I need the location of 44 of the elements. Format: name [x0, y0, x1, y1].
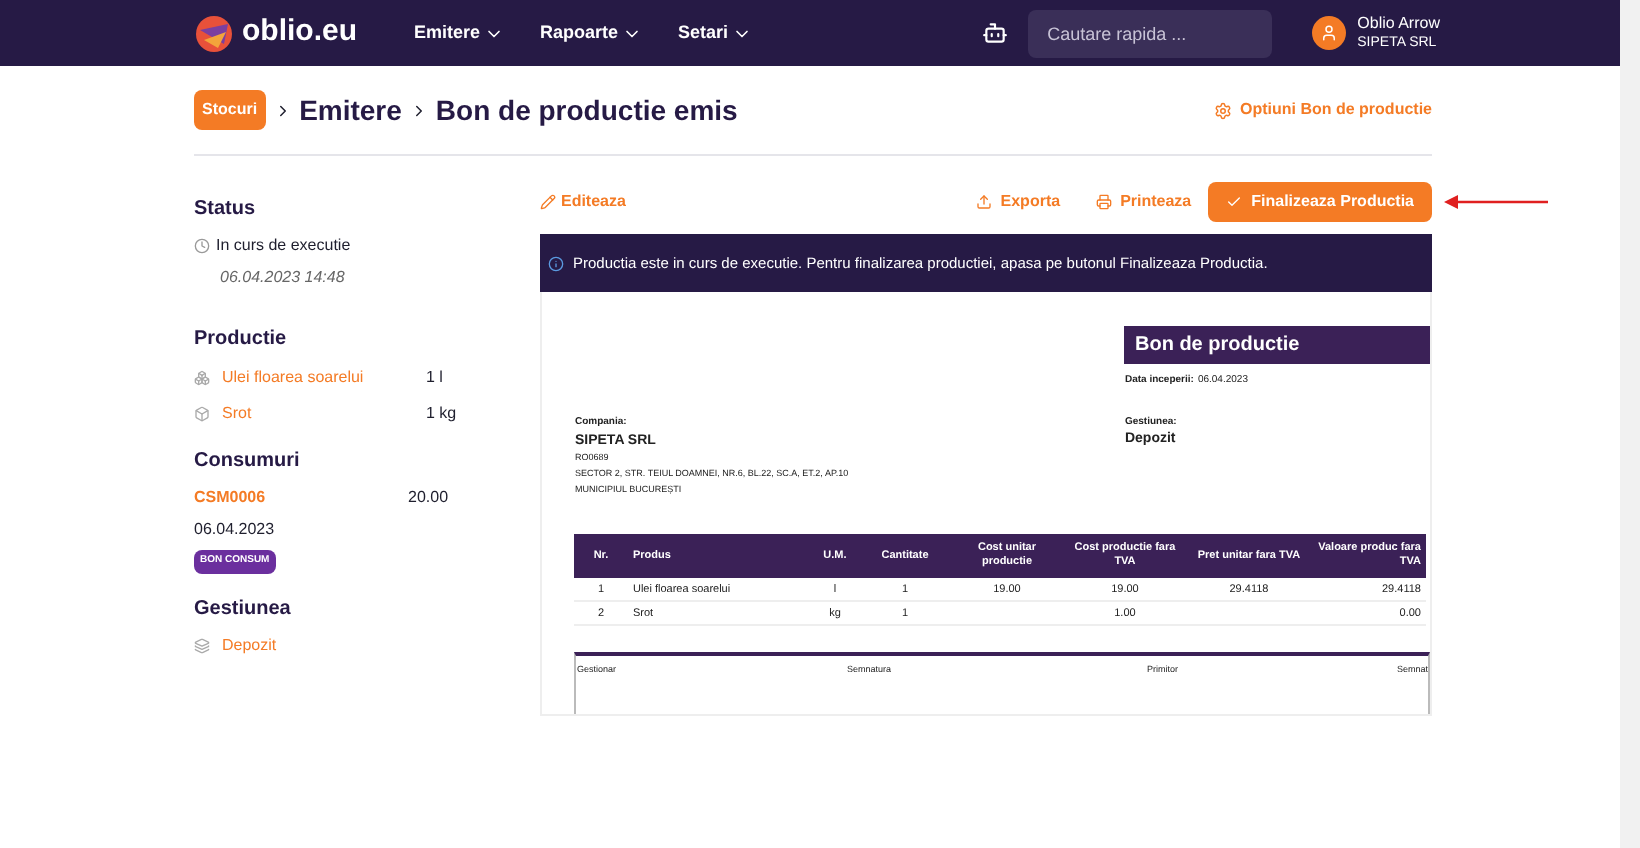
section-title: Status	[194, 196, 258, 224]
breadcrumb-badge[interactable]: Stocuri	[194, 90, 266, 130]
options-link[interactable]: Optiuni Bon de productie	[1214, 98, 1432, 122]
boxes-icon	[194, 370, 210, 386]
layers-icon	[194, 637, 210, 653]
nav-menu[interactable]: Emitere	[414, 19, 505, 47]
consumption-date: 06.04.2023	[194, 518, 277, 542]
breadcrumb-item: Bon de productie emis	[435, 91, 738, 130]
section-title: Productie	[194, 326, 289, 354]
status-value: In curs de executie	[216, 234, 351, 258]
document-title: Bon de productie	[1124, 326, 1430, 364]
consumption-link[interactable]: CSM0006	[194, 486, 408, 510]
status-date: 06.04.2023 14:48	[220, 266, 347, 290]
logo-text: oblio.eu	[242, 12, 357, 53]
product-link[interactable]: Srot	[222, 402, 426, 426]
info-icon	[548, 255, 565, 271]
check-icon	[1225, 194, 1242, 210]
avatar[interactable]	[1311, 16, 1346, 50]
consumption-amount: 20.00	[408, 486, 449, 510]
user-name: Oblio Arrow	[1357, 13, 1440, 33]
nav-menu[interactable]: Setari	[678, 19, 753, 47]
export-button[interactable]: Exporta	[976, 190, 1061, 214]
clock-icon	[194, 238, 210, 254]
product-quantity: 1 l	[426, 366, 443, 390]
robot-icon[interactable]	[981, 20, 1008, 46]
edit-button[interactable]: Editeaza	[540, 190, 626, 214]
search-field[interactable]: Cautare rapida ...	[1027, 9, 1272, 57]
upload-icon	[976, 194, 993, 210]
gear-icon	[1214, 101, 1232, 119]
logo-icon	[194, 13, 234, 53]
section-title: Gestiunea	[194, 595, 293, 623]
box-icon	[194, 406, 210, 422]
product-quantity: 1 kg	[426, 402, 457, 426]
breadcrumb-item[interactable]: Emitere	[299, 89, 402, 131]
scrollbar[interactable]	[1620, 0, 1640, 848]
finalize-button[interactable]: Finalizeaza Productia	[1207, 182, 1432, 222]
print-button[interactable]: Printeaza	[1096, 190, 1192, 214]
pencil-icon	[540, 194, 557, 210]
section-title: Consumuri	[194, 448, 302, 476]
nav-menu[interactable]: Rapoarte	[540, 19, 643, 47]
warehouse-link[interactable]: Depozit	[222, 633, 277, 657]
print-icon	[1096, 194, 1113, 210]
arrow-annotation	[1443, 194, 1548, 210]
product-link[interactable]: Ulei floarea soarelui	[222, 366, 426, 390]
